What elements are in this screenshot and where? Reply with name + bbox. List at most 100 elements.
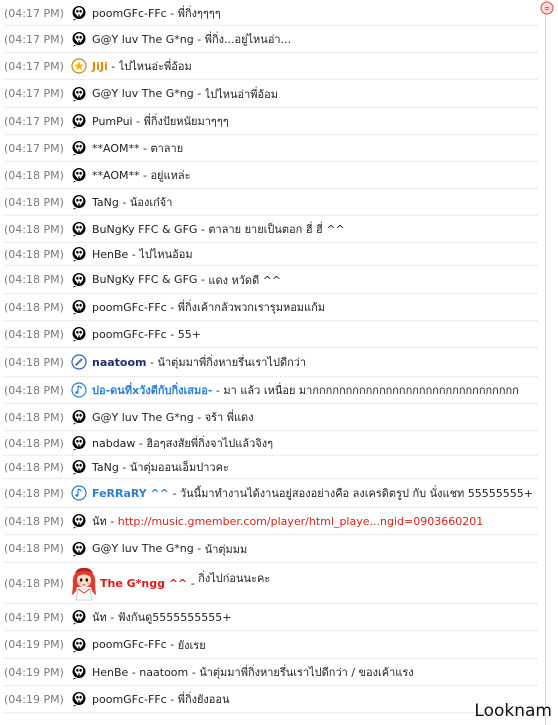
- message-text: พี่กิ่งๆๆๆๆ: [177, 7, 221, 20]
- chat-message: (04:19 PM) HenBe - naatoom - น้าตุ่มมาพี…: [4, 659, 537, 686]
- skull-icon: [70, 608, 88, 626]
- message-text: กิ่งไปก่อนนะคะ: [198, 572, 271, 585]
- message-link[interactable]: http://music.gmember.com/player/html_pla…: [118, 515, 483, 528]
- sender-name: **AOM**: [92, 141, 140, 155]
- separator: -: [166, 638, 178, 651]
- separator: -: [166, 327, 178, 341]
- message-time: (04:18 PM): [4, 410, 64, 424]
- sender-name: นัท: [92, 515, 107, 528]
- skull-icon: [70, 636, 88, 654]
- chat-message: (04:18 PM) G@Y luv The G*ng - จร้า พี่แด…: [4, 404, 537, 431]
- skull-icon: [70, 298, 88, 316]
- sender-name: TaNg: [92, 460, 119, 474]
- sender-name: TaNg: [92, 195, 119, 209]
- message-text: ไปไหนอ่าพี่อ้อม: [204, 87, 279, 101]
- separator: -: [212, 383, 224, 397]
- separator: -: [106, 610, 118, 624]
- message-text: ยังเรย: [177, 638, 206, 652]
- message-time: (04:18 PM): [4, 514, 64, 528]
- sender-name: poomGFc-FFc: [92, 692, 167, 706]
- pencil-icon: [70, 353, 88, 371]
- separator: -: [139, 168, 151, 182]
- skull-icon: [70, 139, 88, 157]
- separator: -: [197, 222, 209, 236]
- sender-name: BuNgKy FFC & GFG: [92, 273, 198, 286]
- message-time: (04:17 PM): [4, 114, 64, 128]
- message-time: (04:17 PM): [4, 6, 64, 20]
- chat-message: (04:19 PM) poomGFc-FFc - พี่กิ่งยังออน: [4, 686, 537, 713]
- chat-message: (04:19 PM) poomGFc-FFc - ยังเรย: [4, 631, 537, 659]
- sender-name: poomGFc-FFc: [92, 300, 167, 314]
- separator: -: [128, 247, 140, 261]
- message-text: น้าตุ่มออนเอ็มปาวคะ: [129, 461, 229, 474]
- sender-name: นัท: [92, 611, 107, 624]
- chat-message: (04:17 PM) JiJi - ไปไหนอ่ะพี่อ้อม: [4, 53, 537, 80]
- sender-name: poomGFc-FFc: [92, 6, 167, 20]
- skull-icon: [70, 690, 88, 708]
- sender-name: BuNgKy FFC & GFG: [92, 222, 198, 236]
- chat-message: (04:18 PM) BuNgKy FFC & GFG - แดง หวัดดี…: [4, 266, 537, 294]
- chat-message: (04:18 PM) poomGFc-FFc - 55+: [4, 321, 537, 348]
- message-text: ฟังกันดู5555555555+: [117, 611, 232, 624]
- chat-message: (04:18 PM) G@Y luv The G*ng - น้าตุ่มมม: [4, 535, 537, 563]
- separator: -: [197, 273, 209, 286]
- chat-message: (04:18 PM) **AOM** - อยู่แหล่ะ: [4, 162, 537, 189]
- music-note-icon: [70, 484, 88, 502]
- chat-message: (04:17 PM) **AOM** - ตาลาย: [4, 135, 537, 162]
- separator: -: [166, 6, 178, 20]
- message-time: (04:19 PM): [4, 665, 64, 679]
- separator: -: [118, 460, 130, 474]
- message-time: (04:17 PM): [4, 59, 64, 73]
- skull-icon: [70, 85, 88, 103]
- separator: -: [128, 665, 140, 679]
- separator: -: [135, 436, 147, 450]
- message-text: ตาลาย ยายเป็นตอก ฮี่ ฮี่ ^^: [208, 223, 345, 236]
- separator: -: [166, 300, 178, 314]
- separator: -: [169, 486, 180, 500]
- smiley-lips-icon[interactable]: [540, 1, 554, 18]
- message-text: อยู่แหล่ะ: [150, 169, 191, 182]
- chat-message: (04:18 PM) nabdaw - ฮิอๆสงสัยพี่กิ่งจาไป…: [4, 431, 537, 456]
- sender-name: HenBe: [92, 665, 129, 679]
- skull-icon: [70, 325, 88, 343]
- message-time: (04:18 PM): [4, 327, 64, 341]
- skull-icon: [70, 220, 88, 238]
- sender-name: JiJi: [92, 59, 108, 73]
- watermark: Looknam: [474, 701, 552, 721]
- skull-icon: [70, 271, 88, 289]
- skull-icon: [70, 112, 88, 130]
- message-time: (04:19 PM): [4, 638, 64, 651]
- message-text: 55+: [177, 327, 201, 341]
- message-text: น้าตุ่มมม: [204, 542, 248, 556]
- message-time: (04:18 PM): [4, 168, 64, 182]
- chat-message: (04:18 PM) The G*ngg ^^ - กิ่งไปก่อนนะคะ: [4, 563, 537, 604]
- message-time: (04:18 PM): [4, 355, 64, 369]
- message-text: วันนี้มาทำงานได้งานอยู่สองอย่างคือ ลงเคร…: [179, 487, 534, 500]
- separator: -: [193, 542, 205, 555]
- message-time: (04:18 PM): [4, 436, 64, 450]
- message-time: (04:17 PM): [4, 87, 64, 100]
- separator: -: [193, 32, 205, 46]
- chat-message: (04:18 PM) poomGFc-FFc - พี่กิ่งเค้ากลัว…: [4, 294, 537, 321]
- chat-message: (04:19 PM) นัท - ฟังกันดู5555555555+: [4, 604, 537, 631]
- sender-name: PumPui: [92, 114, 133, 128]
- chat-message: (04:18 PM) ปอ-ดนที่xวังดีกับกิ่งเสมอ- - …: [4, 377, 537, 404]
- separator: -: [139, 141, 151, 155]
- message-text: พี่กิ่งเค้ากลัวพวกเรารุมหอมแก้ม: [177, 301, 326, 314]
- message-text: ตาลาย: [150, 142, 184, 155]
- message-text: น้องเก๋จ้า: [129, 196, 173, 209]
- separator: -: [132, 114, 144, 128]
- sender-name: naatoom: [92, 355, 147, 369]
- separator: -: [118, 195, 130, 209]
- message-time: (04:18 PM): [4, 247, 64, 261]
- chat-message: (04:17 PM) G@Y luv The G*ng - พี่กิ่ง...…: [4, 26, 537, 53]
- sender-name: The G*ngg ^^: [100, 576, 188, 590]
- sender-name: **AOM**: [92, 168, 140, 182]
- message-time: (04:18 PM): [4, 576, 64, 590]
- sender-name: G@Y luv The G*ng: [92, 410, 194, 424]
- message-text: ไปไหนอ้อม: [139, 248, 193, 261]
- separator: -: [187, 576, 199, 590]
- chat-message: (04:18 PM) BuNgKy FFC & GFG - ตาลาย ยายเ…: [4, 216, 537, 243]
- sender-name: nabdaw: [92, 436, 136, 450]
- chat-message: (04:18 PM) FeRRaRY ^^ - วันนี้มาทำงานได้…: [4, 479, 537, 508]
